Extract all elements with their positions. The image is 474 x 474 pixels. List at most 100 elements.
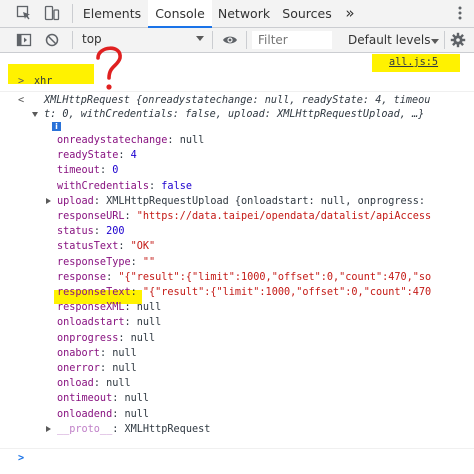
- property-value: false: [161, 180, 192, 192]
- property-row[interactable]: __proto__: XMLHttpRequest: [0, 423, 474, 437]
- property-value: "https://data.taipei/opendata/datalist/a…: [136, 211, 432, 222]
- property-row: responseText: "{"result":{"limit":1000,"…: [57, 287, 432, 298]
- property-row: timeout: 0: [57, 165, 119, 177]
- info-icon[interactable]: i: [52, 122, 61, 131]
- levels-dropdown-icon[interactable]: [431, 39, 439, 44]
- property-key: onabort: [57, 347, 100, 359]
- property-value: "{"result":{"limit":1000,"offset":0,"cou…: [142, 287, 432, 298]
- property-key: readyState: [57, 150, 119, 162]
- toolbar-divider: [212, 31, 213, 49]
- tab-network[interactable]: Network: [214, 0, 274, 27]
- property-row: ontimeout: null: [57, 393, 150, 405]
- property-key: status: [57, 226, 94, 238]
- property-value: null: [136, 302, 162, 314]
- property-key: timeout: [57, 165, 100, 177]
- input-echo-text: xhr: [34, 76, 53, 87]
- property-row: responseType: "": [57, 256, 156, 268]
- more-tabs-button[interactable]: »: [338, 0, 362, 27]
- property-row: onloadstart: null: [57, 317, 162, 329]
- tab-elements[interactable]: Elements: [80, 0, 144, 27]
- console-divider: [0, 91, 474, 92]
- console-prompt-row[interactable]: >: [0, 452, 474, 466]
- summary-line-1: XMLHttpRequest {onreadystatechange: null…: [44, 95, 431, 106]
- console-input-echo: > xhr: [0, 75, 474, 89]
- settings-gear-icon[interactable]: [450, 32, 466, 48]
- expand-arrow-icon[interactable]: [46, 195, 55, 209]
- property-row: onloadend: null: [57, 408, 150, 420]
- property-key: upload: [57, 195, 94, 207]
- property-value: null: [124, 393, 150, 405]
- result-summary[interactable]: < XMLHttpRequest {onreadystatechange: nu…: [0, 94, 474, 108]
- property-key: statusText: [57, 241, 119, 253]
- property-key: onerror: [57, 363, 100, 374]
- property-value: null: [136, 317, 162, 329]
- property-value: null: [112, 363, 137, 374]
- property-row: responseURL: "https://data.taipei/openda…: [57, 211, 432, 222]
- tab-sources[interactable]: Sources: [280, 0, 334, 27]
- property-row: withCredentials: false: [57, 180, 192, 192]
- property-row: readyState: 4: [57, 150, 137, 162]
- summary-line-2: t: 0, withCredentials: false, upload: XM…: [44, 109, 425, 120]
- property-key: withCredentials: [57, 180, 150, 192]
- property-value: null: [179, 135, 205, 146]
- property-value: null: [130, 332, 156, 344]
- property-value: null: [112, 347, 137, 359]
- toolbar-divider: [246, 31, 247, 49]
- toggle-sidebar-icon[interactable]: [16, 32, 32, 48]
- property-row: response: "{"result":{"limit":1000,"offs…: [57, 271, 432, 283]
- property-row: responseXML: null: [57, 302, 162, 314]
- property-row: onprogress: null: [57, 332, 156, 344]
- filter-placeholder: Filter: [258, 33, 288, 47]
- property-key: onprogress: [57, 332, 119, 344]
- property-value: null: [106, 378, 131, 390]
- property-value: XMLHttpRequest: [124, 423, 211, 435]
- property-value: 4: [130, 150, 137, 162]
- property-row: onload: null: [57, 378, 131, 390]
- property-key: responseURL: [57, 211, 125, 222]
- expand-arrow-icon[interactable]: [46, 423, 55, 437]
- property-value: XMLHttpRequestUpload {onloadstart: null,…: [106, 195, 426, 207]
- property-key: onloadstart: [57, 317, 125, 329]
- property-value: 0: [112, 165, 119, 177]
- tab-console[interactable]: Console: [148, 0, 212, 28]
- property-key: onreadystatechange: [57, 135, 168, 146]
- property-key: ontimeout: [57, 393, 113, 405]
- result-prompt-icon: <: [18, 95, 25, 106]
- property-key: onloadend: [57, 408, 113, 420]
- toolbar-divider: [444, 31, 445, 49]
- property-value: null: [124, 408, 150, 420]
- log-levels-dropdown[interactable]: Default levels: [348, 33, 430, 47]
- property-row[interactable]: upload: XMLHttpRequestUpload {onloadstar…: [0, 195, 474, 209]
- property-value: "OK": [130, 241, 156, 253]
- console-toolbar: top Filter Default levels: [0, 28, 474, 53]
- property-key: responseType: [57, 256, 131, 268]
- toolbar-divider: [72, 31, 73, 49]
- tab-bar-divider: [72, 4, 73, 23]
- property-key: response: [57, 271, 107, 283]
- property-value: "{"result":{"limit":1000,"offset":0,"cou…: [118, 271, 432, 283]
- kebab-menu-icon[interactable]: [452, 5, 468, 21]
- property-value: 200: [106, 226, 125, 238]
- property-row: onreadystatechange: null: [57, 135, 205, 146]
- property-row: onabort: null: [57, 347, 137, 359]
- devtools-tab-bar: Elements Console Network Sources »: [0, 0, 474, 28]
- source-link[interactable]: all.js:5: [389, 57, 438, 68]
- property-key: responseXML: [57, 302, 125, 314]
- property-value: "": [142, 256, 156, 268]
- device-toolbar-icon[interactable]: [44, 5, 60, 21]
- context-dropdown-icon[interactable]: [196, 36, 204, 41]
- clear-console-icon[interactable]: [44, 32, 60, 48]
- property-key: onload: [57, 378, 94, 390]
- inspect-element-icon[interactable]: [16, 5, 32, 21]
- result-summary-cont[interactable]: t: 0, withCredentials: false, upload: XM…: [0, 108, 474, 122]
- console-prompt-icon: >: [18, 453, 25, 464]
- console-divider: [0, 448, 474, 449]
- property-key: __proto__: [57, 423, 113, 435]
- property-key: responseText: [57, 287, 131, 298]
- collapse-arrow-icon[interactable]: [32, 108, 42, 122]
- property-row: status: 200: [57, 226, 125, 238]
- input-prompt-icon: >: [18, 76, 25, 87]
- property-row: onerror: null: [57, 363, 137, 374]
- property-row: statusText: "OK": [57, 241, 156, 253]
- live-expression-eye-icon[interactable]: [222, 32, 238, 48]
